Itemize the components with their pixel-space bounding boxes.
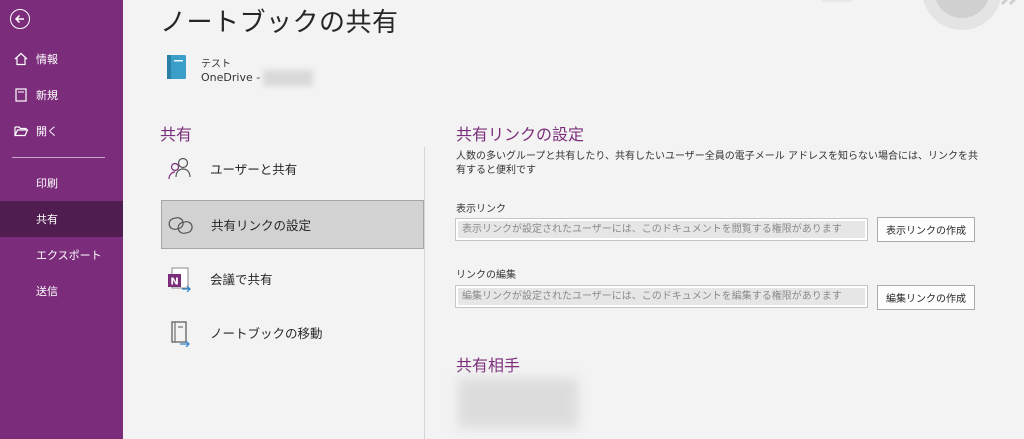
- redacted-account: [263, 70, 313, 86]
- vertical-divider: [424, 147, 425, 439]
- share-heading: 共有: [160, 125, 193, 144]
- option-label: ノートブックの移動: [210, 326, 323, 341]
- sidebar-divider: [12, 157, 105, 158]
- view-link-field[interactable]: 表示リンクが設定されたユーザーには、このドキュメントを閲覧する権限があります: [455, 218, 868, 241]
- notebook-name: テスト: [201, 59, 231, 70]
- folder-open-icon: [13, 123, 29, 139]
- option-label: 会議で共有: [210, 272, 273, 287]
- edit-link-field[interactable]: 編集リンクが設定されたユーザーには、このドキュメントを編集する権限があります: [455, 285, 868, 308]
- sidebar-item-print[interactable]: 印刷: [0, 165, 123, 201]
- sidebar-item-info[interactable]: 情報: [0, 41, 123, 77]
- share-in-meeting-option[interactable]: N 会議で共有: [161, 254, 424, 303]
- edit-link-placeholder: 編集リンクが設定されたユーザーには、このドキュメントを編集する権限があります: [458, 288, 865, 305]
- decoration-graphic: [822, 0, 1017, 30]
- sidebar-item-label: 共有: [36, 213, 58, 226]
- sidebar-item-label: 送信: [36, 285, 58, 298]
- sidebar-item-share[interactable]: 共有: [0, 201, 123, 237]
- sidebar-item-label: 情報: [36, 53, 58, 66]
- home-icon: [13, 51, 29, 67]
- link-settings-description: 人数の多いグループと共有したり、共有したいユーザー全員の電子メール アドレスを知…: [456, 151, 978, 176]
- notebook-icon: [166, 54, 188, 80]
- new-page-icon: [13, 87, 29, 103]
- edit-link-label: リンクの編集: [456, 270, 516, 281]
- view-link-placeholder: 表示リンクが設定されたユーザーには、このドキュメントを閲覧する権限があります: [458, 221, 865, 238]
- sidebar-item-label: 新規: [36, 89, 58, 102]
- sidebar-item-label: エクスポート: [36, 249, 102, 262]
- back-arrow-icon[interactable]: [10, 9, 30, 29]
- sidebar-item-label: 印刷: [36, 177, 58, 190]
- link-settings-heading: 共有リンクの設定: [456, 125, 585, 144]
- move-notebook-icon: [165, 318, 195, 348]
- share-with-people-option[interactable]: ユーザーと共有: [161, 144, 424, 193]
- shared-with-heading: 共有相手: [456, 356, 521, 375]
- option-label: ユーザーと共有: [210, 162, 298, 177]
- sidebar-item-label: 開く: [36, 125, 58, 138]
- redacted-shared-users: [458, 378, 578, 428]
- option-label: 共有リンクの設定: [211, 218, 312, 233]
- svg-text:N: N: [170, 276, 178, 287]
- people-icon: [165, 154, 195, 184]
- move-notebook-option[interactable]: ノートブックの移動: [161, 308, 424, 357]
- share-link-settings-option[interactable]: 共有リンクの設定: [161, 200, 424, 249]
- backstage-sidebar: 情報 新規 開く 印刷 共有 エクスポート 送信: [0, 0, 123, 439]
- sidebar-item-export[interactable]: エクスポート: [0, 237, 123, 273]
- sidebar-item-open[interactable]: 開く: [0, 113, 123, 149]
- notebook-location: OneDrive -: [201, 71, 261, 84]
- view-link-label: 表示リンク: [456, 204, 506, 215]
- link-icon: [166, 210, 196, 240]
- create-edit-link-button[interactable]: 編集リンクの作成: [877, 285, 975, 310]
- page-title: ノートブックの共有: [160, 8, 399, 38]
- sidebar-item-send[interactable]: 送信: [0, 273, 123, 309]
- create-view-link-button[interactable]: 表示リンクの作成: [877, 217, 975, 242]
- sidebar-item-new[interactable]: 新規: [0, 77, 123, 113]
- onenote-meeting-icon: N: [165, 264, 195, 294]
